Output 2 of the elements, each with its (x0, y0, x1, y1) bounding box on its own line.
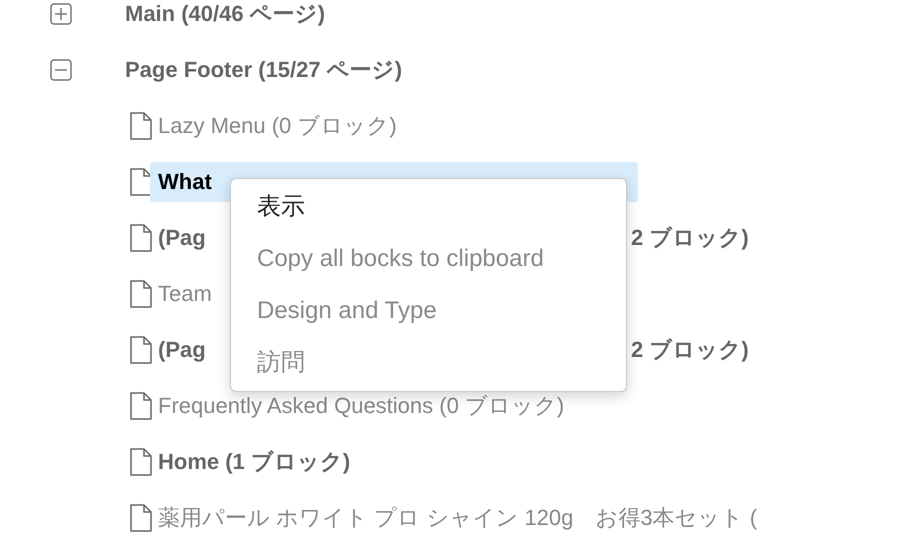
page-item-text: 2 ブロック) (631, 224, 749, 252)
page-item-text: 2 ブロック) (631, 336, 749, 364)
